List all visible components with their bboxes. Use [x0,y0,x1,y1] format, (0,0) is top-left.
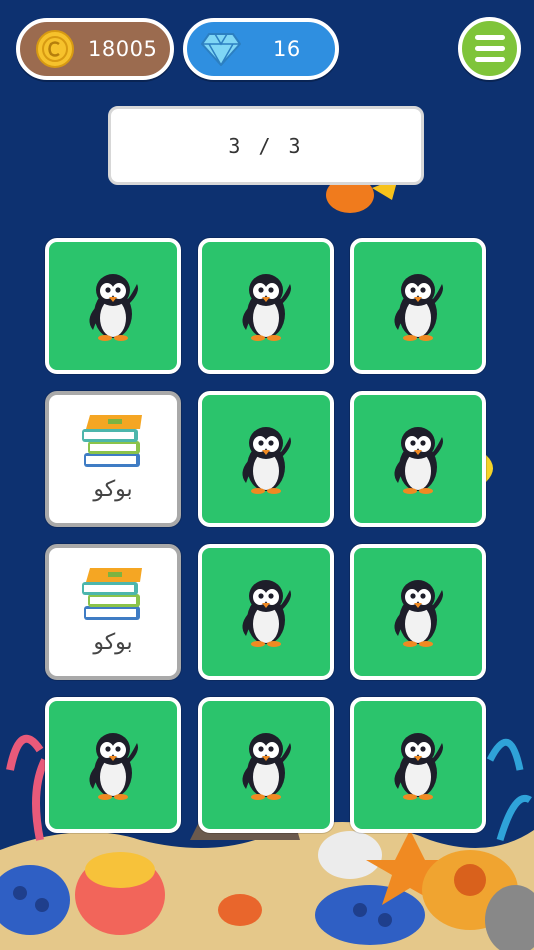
card-12[interactable] [350,697,486,833]
coin-amount: 18005 [88,37,158,61]
books-icon [80,566,146,624]
books-icon [80,413,146,471]
gem-amount: 16 [273,37,301,61]
penguin-icon [236,270,296,342]
penguin-icon [236,729,296,801]
card-2[interactable] [198,238,334,374]
penguin-icon [83,270,143,342]
penguin-icon [388,576,448,648]
diamond-icon [201,33,241,66]
progress-label: 3 / 3 [228,133,304,158]
penguin-icon [83,729,143,801]
card-1[interactable] [45,238,181,374]
progress-counter: 3 / 3 [108,106,424,185]
card-word: بوکو [93,630,133,655]
penguin-icon [388,729,448,801]
card-11[interactable] [198,697,334,833]
card-7[interactable]: بوکو [45,544,181,680]
gem-counter: 16 [183,18,339,80]
card-8[interactable] [198,544,334,680]
coin-counter: 18005 [16,18,174,80]
card-6[interactable] [350,391,486,527]
penguin-icon [388,270,448,342]
card-5[interactable] [198,391,334,527]
card-10[interactable] [45,697,181,833]
card-4[interactable]: بوکو [45,391,181,527]
menu-button[interactable] [458,17,521,80]
hamburger-icon [474,35,505,40]
card-9[interactable] [350,544,486,680]
coin-icon [36,30,74,68]
penguin-icon [236,576,296,648]
penguin-icon [236,423,296,495]
card-3[interactable] [350,238,486,374]
penguin-icon [388,423,448,495]
card-word: بوکو [93,477,133,502]
